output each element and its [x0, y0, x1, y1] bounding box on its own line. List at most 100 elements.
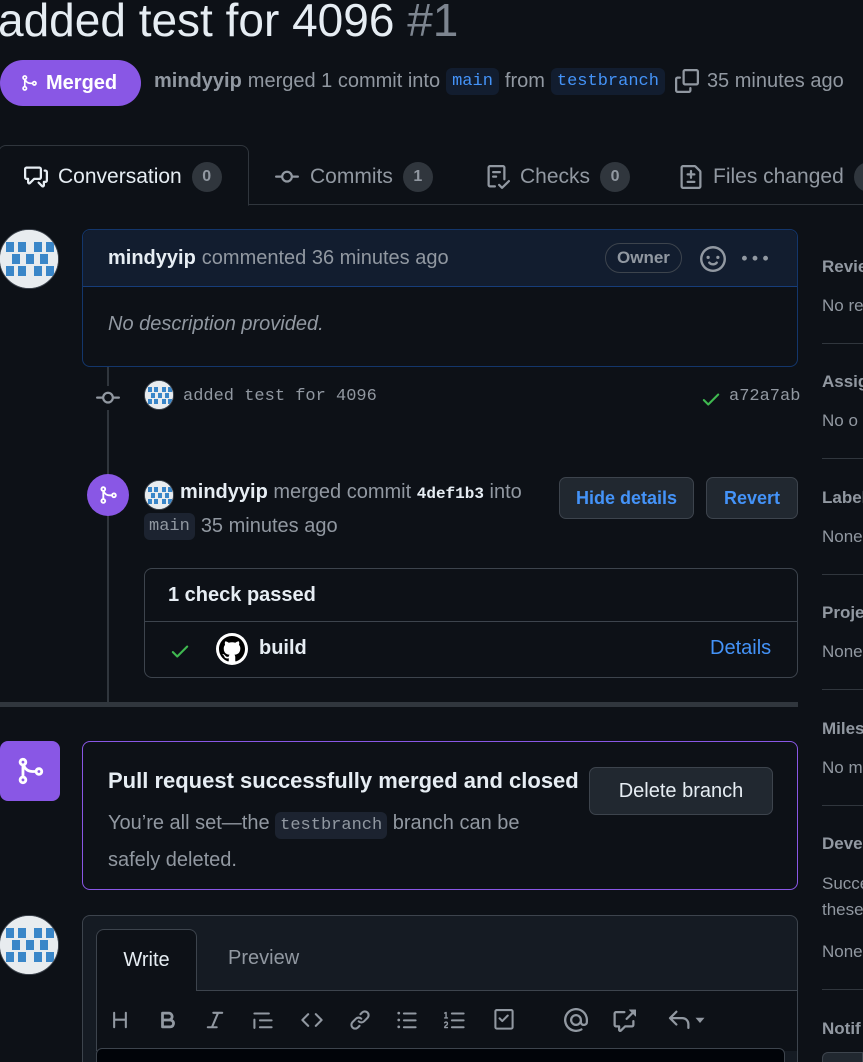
head-branch-link[interactable]: testbranch [550, 68, 665, 95]
merge-target-branch[interactable]: main [144, 513, 195, 540]
heading-icon[interactable] [105, 1005, 135, 1035]
merge-event-text-a: merged commit [273, 481, 412, 503]
tab-preview[interactable]: Preview [228, 947, 299, 970]
notifications-button[interactable] [822, 1052, 863, 1062]
comment-textarea[interactable] [96, 1048, 785, 1062]
tab-commits-label: Commits [310, 165, 393, 188]
sidebar-divider [822, 343, 863, 344]
tab-checks-count: 0 [600, 162, 631, 192]
tab-checks[interactable]: Checks 0 [486, 160, 631, 194]
git-merge-icon [98, 485, 118, 505]
revert-button[interactable]: Revert [706, 477, 798, 519]
merged-status-label: Merged [46, 71, 118, 94]
github-logo-icon [216, 633, 248, 665]
merged-desc-a: You’re all set—the [108, 812, 270, 834]
merge-event-text-b: into [489, 481, 522, 503]
deletable-branch[interactable]: testbranch [275, 812, 388, 839]
merge-event-node [87, 474, 129, 516]
commit-message-link[interactable]: added test for 4096 [183, 387, 377, 406]
owner-badge: Owner [605, 243, 682, 273]
checklist-icon [486, 165, 510, 189]
bold-icon[interactable] [153, 1005, 183, 1035]
sidebar-milestone-value: No m [822, 758, 863, 777]
sidebar-development-label[interactable]: Deve [822, 834, 863, 854]
comment-header: mindyyip commented 36 minutes ago Owner [83, 230, 797, 287]
merge-event-text: mindyyip merged commit 4def1b3 into [180, 481, 522, 504]
merge-summary: mindyyip merged 1 commit into main from … [154, 68, 844, 95]
tab-commits[interactable]: Commits 1 [274, 160, 433, 194]
merge-time: 35 minutes ago [706, 70, 844, 92]
timeline-divider [0, 702, 798, 707]
cross-reference-icon[interactable] [609, 1005, 639, 1035]
code-icon[interactable] [297, 1005, 327, 1035]
merge-author-link[interactable]: mindyyip [180, 481, 268, 503]
check-row: build Details [145, 622, 797, 678]
reply-dropdown-icon[interactable] [665, 1005, 711, 1035]
merged-status-badge: Merged [0, 60, 141, 106]
git-commit-icon [274, 165, 300, 189]
comment-meta: commented 36 minutes ago [201, 246, 449, 269]
sidebar-milestone-label[interactable]: Miles [822, 719, 863, 739]
timeline-line [107, 367, 109, 702]
hide-details-button[interactable]: Hide details [559, 477, 694, 519]
comment-body: No description provided. [108, 313, 324, 335]
sidebar-labels-value: None [822, 527, 863, 546]
commit-sha-link[interactable]: a72a7ab [729, 387, 800, 406]
tab-write[interactable]: Write [96, 929, 197, 991]
mention-icon[interactable] [561, 1005, 591, 1035]
sidebar-development-text: Succe [822, 874, 863, 893]
pr-title-text: added test for 4096 [0, 0, 395, 46]
smiley-icon[interactable] [700, 246, 726, 272]
sidebar-assignees-label[interactable]: Assig [822, 372, 863, 392]
sidebar-divider [822, 805, 863, 806]
tab-files-changed-label: Files changed [713, 165, 844, 188]
check-name: build [259, 637, 307, 659]
check-details-link[interactable]: Details [710, 637, 771, 660]
merge-event-text-line2: main 35 minutes ago [144, 513, 338, 540]
kebab-horizontal-icon[interactable] [740, 246, 770, 272]
quote-icon[interactable] [248, 1005, 278, 1035]
sidebar-projects-label[interactable]: Proje [822, 603, 863, 623]
git-commit-icon [95, 386, 121, 410]
avatar[interactable] [0, 915, 59, 975]
tab-conversation[interactable]: Conversation 0 [24, 160, 222, 194]
sidebar-assignees-value: No o [822, 411, 858, 430]
tab-commits-count: 1 [402, 162, 433, 192]
file-diff-icon [679, 165, 703, 189]
sidebar-reviewers-value: No re [822, 296, 863, 315]
sidebar-development-value: None [822, 942, 863, 961]
merged-title: Pull request successfully merged and clo… [108, 768, 579, 793]
tab-checks-label: Checks [520, 165, 591, 188]
git-merge-icon [20, 74, 38, 92]
avatar[interactable] [144, 380, 174, 410]
link-icon[interactable] [345, 1005, 375, 1035]
sidebar-labels-label[interactable]: Label [822, 488, 863, 508]
delete-branch-button[interactable]: Delete branch [589, 767, 773, 815]
checks-summary: 1 check passed [145, 569, 797, 622]
tab-conversation-count: 0 [191, 162, 222, 192]
merge-summary-text: merged 1 commit into [247, 70, 441, 92]
unordered-list-icon[interactable] [392, 1005, 422, 1035]
tasklist-icon[interactable] [489, 1005, 519, 1035]
sidebar-development-text-2: these [822, 900, 863, 919]
comment-author-link[interactable]: mindyyip [108, 247, 196, 270]
avatar[interactable] [0, 229, 59, 289]
comment-discussion-icon [24, 165, 48, 189]
sidebar-divider [822, 574, 863, 575]
tab-files-changed-count [853, 162, 863, 192]
pr-author-link[interactable]: mindyyip [154, 70, 242, 93]
merge-commit-sha-link[interactable]: 4def1b3 [417, 485, 484, 503]
comment-box: mindyyip commented 36 minutes ago Owner … [82, 229, 798, 367]
pr-title: added test for 4096 #1 [0, 0, 458, 52]
copy-icon[interactable] [674, 68, 701, 95]
tab-files-changed[interactable]: Files changed [679, 160, 863, 194]
base-branch-link[interactable]: main [446, 68, 499, 95]
avatar[interactable] [144, 480, 174, 510]
tab-conversation-label: Conversation [58, 165, 182, 188]
italic-icon[interactable] [200, 1005, 230, 1035]
merge-event-time: 35 minutes ago [200, 515, 338, 537]
sidebar-divider [822, 458, 863, 459]
ordered-list-icon[interactable] [440, 1005, 470, 1035]
sidebar-reviewers-label[interactable]: Revie [822, 257, 863, 277]
merged-description: You’re all set—the testbranch branch can… [108, 806, 568, 878]
